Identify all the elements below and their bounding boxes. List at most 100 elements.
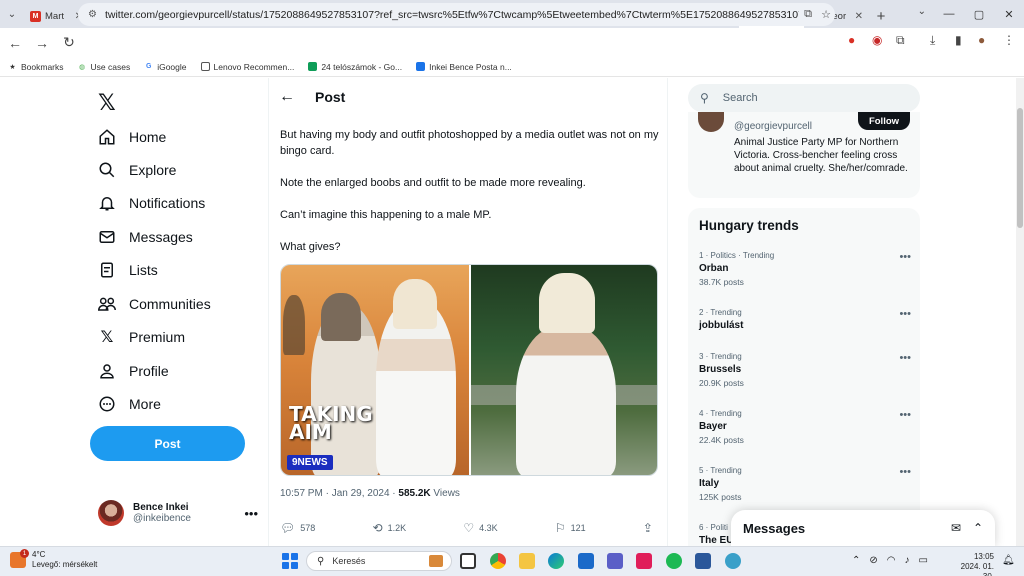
repost-button[interactable]: ⟲ 1.2K [373,521,407,535]
opera-extension-icon[interactable]: ● [848,33,855,47]
back-arrow-icon[interactable]: ← [3,31,27,55]
nav-messages[interactable]: Messages [96,224,193,250]
post-button[interactable]: Post [90,426,245,461]
share-button[interactable]: ⇪ [643,521,658,535]
post-timestamp: 10:57 PM · Jan 29, 2024 · 585.2K Views [280,488,460,499]
globe-icon: ◍ [78,63,86,71]
file-explorer-icon[interactable] [519,553,535,569]
search-icon [96,160,118,180]
user-avatar-icon[interactable]: ● [978,33,985,47]
x-logo-icon[interactable]: 𝕏 [98,90,116,116]
nav-home[interactable]: Home [96,124,166,150]
trend-item[interactable]: 3 · Trending Brussels 20.9K posts ••• [699,352,911,388]
site-info-icon[interactable]: ⚙ [88,9,97,20]
like-button[interactable]: ♡ 4.3K [463,521,497,535]
bookmark-star-icon[interactable]: ☆ [817,8,835,21]
slack-icon[interactable] [636,553,652,569]
news-broadcast-photo[interactable]: TAKING AIM 9NEWS [281,265,469,475]
battery-icon[interactable]: ▭ [919,555,928,566]
side-panel-icon[interactable]: ▮ [955,33,962,47]
chevron-up-icon[interactable]: ⌃ [852,555,860,566]
bookmark-item[interactable]: ◍ Use cases [78,62,130,72]
close-window-icon[interactable]: ✕ [994,0,1024,28]
trend-item[interactable]: 4 · Trending Bayer 22.4K posts ••• [699,409,911,445]
tab-search-menu-icon[interactable]: ⌄ [0,0,24,28]
ellipsis-icon[interactable]: ••• [899,409,911,421]
bookmark-icon: ⚐ [554,521,566,535]
maximize-icon[interactable]: ▢ [964,0,994,28]
page-scrollbar[interactable] [1016,78,1024,548]
install-app-icon[interactable]: ⧉ [799,8,817,21]
spotify-icon[interactable] [666,553,682,569]
teams-icon[interactable] [607,553,623,569]
nav-profile[interactable]: Profile [96,358,169,384]
nav-label: Profile [129,363,169,379]
nav-communities[interactable]: Communities [96,291,211,317]
original-photo[interactable] [471,265,657,475]
volume-icon[interactable]: ♪ [905,555,910,566]
trend-count: 125K posts [699,492,742,502]
trend-item[interactable]: 2 · Trending jobbulást ••• [699,308,911,331]
ellipsis-icon[interactable]: ••• [899,352,911,364]
close-tab-icon[interactable]: ✕ [855,11,863,22]
ellipsis-icon[interactable]: ••• [244,506,258,521]
bookmark-item[interactable]: Lenovo Recommen... [200,62,294,72]
reload-icon[interactable]: ↻ [57,31,81,55]
trend-item[interactable]: 1 · Politics · Trending Orban 38.7K post… [699,251,911,287]
messages-drawer[interactable]: Messages ✉ ⌃ [731,510,995,546]
url-text[interactable]: twitter.com/georgievpurcell/status/17520… [105,9,799,21]
nav-lists[interactable]: Lists [96,257,158,283]
bookmark-item[interactable]: ★ Bookmarks [8,62,63,72]
edge-icon[interactable] [548,553,564,569]
wifi-icon[interactable]: ◠ [887,555,896,566]
tab-list-chevron-icon[interactable]: ⌄ [918,6,926,17]
nav-more[interactable]: More [96,391,161,417]
search-input[interactable]: ⚲ Search [688,84,920,112]
follow-button[interactable]: Follow [858,112,910,130]
home-icon [96,127,118,147]
profile-extension-icon[interactable]: ◉ [872,33,882,47]
taskbar-search[interactable]: ⚲ Keresés [306,551,452,571]
globe-app-icon[interactable] [725,553,741,569]
chrome-icon[interactable] [490,553,506,569]
new-tab-button[interactable]: + [869,4,893,28]
account-switcher[interactable]: Bence Inkei @inkeibence ••• [98,500,258,526]
bookmark-item[interactable]: GiGoogle [144,62,187,72]
ellipsis-icon[interactable]: ••• [899,466,911,478]
weather-widget[interactable]: 1 4°C Levegő: mérsékelt [10,549,97,570]
ellipsis-icon[interactable]: ••• [899,308,911,320]
store-icon[interactable] [578,553,594,569]
new-message-icon[interactable]: ✉ [951,521,961,535]
address-bar[interactable]: ⚙ twitter.com/georgievpurcell/status/175… [78,3,835,26]
downloads-icon[interactable]: ⤓ [930,33,935,48]
browser-menu-icon[interactable]: ⋮ [1003,33,1015,47]
taskbar-clock[interactable]: 13:05 2024. 01. 30. [948,552,994,576]
bookmark-item[interactable]: Inkei Bence Posta n... [416,62,512,72]
task-view-icon[interactable] [460,553,476,569]
notifications-bell-icon[interactable]: 🔔︎ [1002,555,1015,566]
expand-chevron-icon[interactable]: ⌃ [973,521,983,535]
nav-label: Communities [129,296,211,312]
author-handle[interactable]: @georgievpurcell [734,121,812,132]
nav-premium[interactable]: 𝕏 Premium [96,324,185,350]
envelope-icon [96,227,118,247]
extensions-puzzle-icon[interactable]: ⧉ [896,33,905,48]
folder-icon [200,62,210,71]
minimize-icon[interactable]: — [934,0,964,28]
trend-item[interactable]: 5 · Trending Italy 125K posts ••• [699,466,911,502]
bookmark-item[interactable]: 24 telószámok - Go... [308,62,402,72]
nav-explore[interactable]: Explore [96,157,176,183]
reply-button[interactable]: 💬︎ 578 [280,521,315,535]
post-media[interactable]: TAKING AIM 9NEWS [280,264,658,476]
weather-temp: 4°C [32,550,46,559]
word-icon[interactable] [695,553,711,569]
nav-notifications[interactable]: Notifications [96,190,205,216]
back-arrow-icon[interactable]: ← [279,88,295,106]
meet-icon[interactable]: ⊘ [869,555,877,566]
bookmark-button[interactable]: ⚐ 121 [555,521,586,535]
windows-start-icon[interactable] [282,553,298,569]
avatar[interactable] [698,112,724,132]
forward-arrow-icon[interactable]: → [30,31,54,55]
ellipsis-icon[interactable]: ••• [899,251,911,263]
scrollbar-thumb[interactable] [1017,108,1023,228]
